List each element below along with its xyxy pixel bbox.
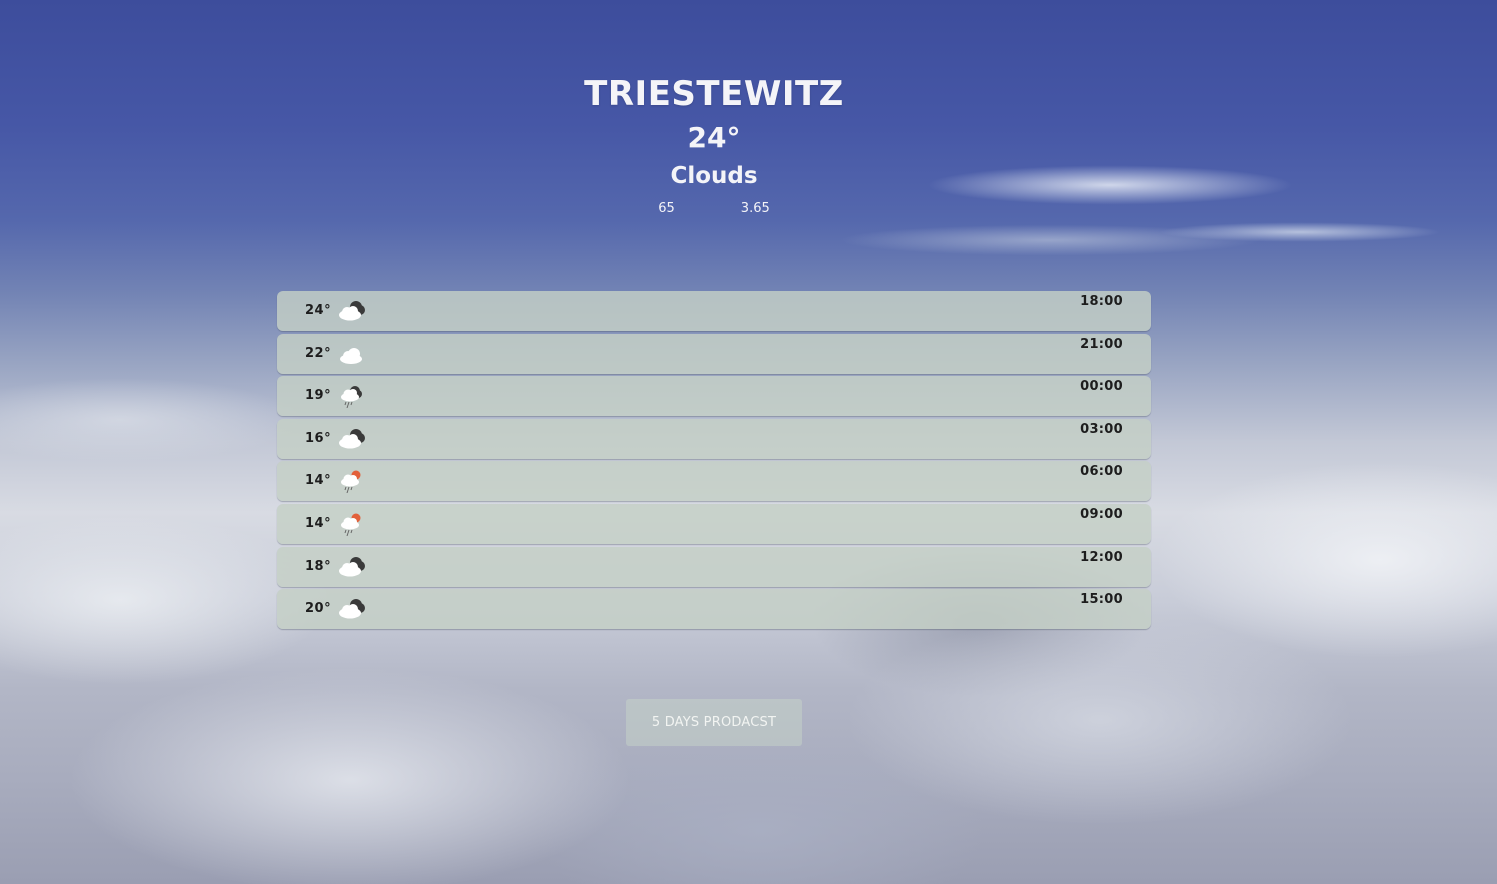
cloud-dark-icon	[337, 555, 367, 579]
forecast-row: 14° 09:00	[277, 503, 1151, 544]
forecast-row: 19° 00:00	[277, 376, 1151, 417]
five-day-forecast-button[interactable]: 5 DAYS PRODACST	[626, 699, 802, 746]
weather-details: 65 3.65	[0, 200, 1428, 218]
current-weather: TRIESTEWITZ 24° Clouds 65 3.65	[0, 72, 1428, 218]
forecast-row: 18° 12:00	[277, 546, 1151, 587]
forecast-time: 21:00	[1080, 336, 1123, 352]
forecast-row: 24° 18:00	[277, 291, 1151, 331]
weather-description: Clouds	[670, 163, 758, 189]
sun-rain-cloud-icon	[337, 512, 367, 537]
forecast-time: 00:00	[1080, 379, 1123, 395]
forecast-row: 14° 06:00	[277, 461, 1151, 502]
sun-rain-cloud-icon	[337, 469, 367, 494]
cloud-dark-icon	[337, 299, 367, 323]
forecast-temp: 24°	[305, 303, 332, 318]
forecast-temp: 19°	[305, 388, 332, 404]
rain-cloud-icon	[337, 384, 367, 409]
forecast-temp: 16°	[305, 430, 332, 446]
forecast-time: 06:00	[1080, 464, 1123, 480]
forecast-temp: 14°	[305, 473, 332, 489]
forecast-time: 15:00	[1080, 592, 1123, 608]
forecast-temp: 14°	[305, 515, 332, 531]
forecast-row: 20° 15:00	[277, 589, 1151, 630]
forecast-time: 09:00	[1080, 506, 1123, 522]
forecast-time: 03:00	[1080, 421, 1123, 437]
forecast-time: 18:00	[1080, 294, 1123, 309]
city-name: TRIESTEWITZ	[584, 74, 844, 114]
forecast-row: 22° 21:00	[277, 333, 1151, 374]
cloud-dark-icon	[337, 427, 367, 451]
cloud-dark-icon	[337, 597, 367, 621]
forecast-list: 24° 18:00 22° 21:00 19° 00:00 16° 03:00 …	[277, 291, 1151, 632]
forecast-temp: 18°	[305, 558, 332, 574]
current-temperature: 24°	[687, 121, 741, 154]
forecast-temp: 22°	[305, 345, 332, 361]
cloud-icon	[337, 342, 367, 366]
detail-value-humidity: 65	[658, 201, 675, 216]
forecast-time: 12:00	[1080, 549, 1123, 565]
forecast-temp: 20°	[305, 601, 332, 617]
detail-value-wind: 3.65	[740, 201, 770, 216]
forecast-row: 16° 03:00	[277, 418, 1151, 459]
